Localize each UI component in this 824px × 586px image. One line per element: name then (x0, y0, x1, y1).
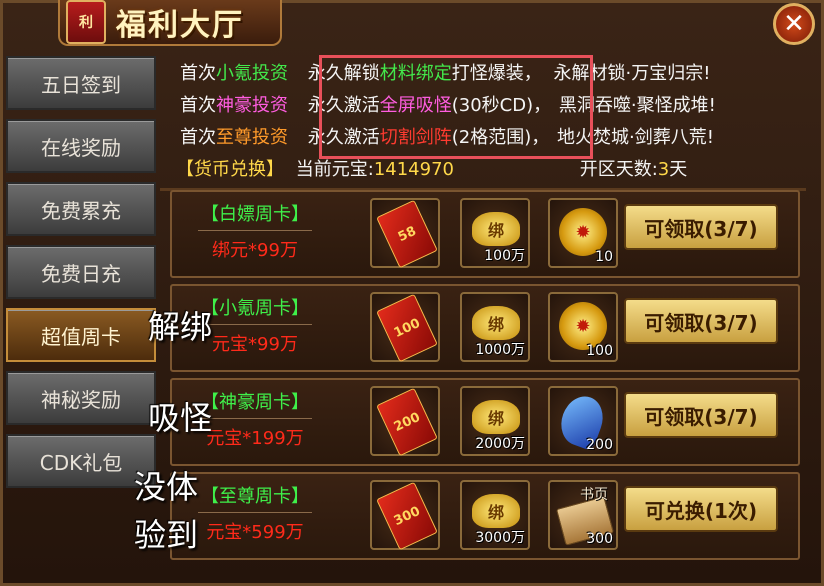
investment-name: 神豪投资 (216, 95, 288, 116)
gold-ingot-icon: 绑 (472, 400, 520, 434)
currency-exchange-link[interactable]: 【货币兑换】 (176, 159, 284, 180)
red-envelope-icon: 200 (376, 387, 438, 457)
card-price: 绑元*99万 (212, 240, 298, 261)
bound-ingot-slot[interactable]: 绑 100万 (460, 198, 530, 268)
weekly-card-row: 【至尊周卡】 元宝*599万 300 绑 3000万 书页 300 可兑换(1次) (170, 472, 800, 560)
coin-slot[interactable]: ✹ 100 (548, 292, 618, 362)
close-icon[interactable]: ✕ (773, 3, 815, 45)
investment-name: 小氪投资 (216, 63, 288, 84)
red-envelope-icon: 100 (376, 293, 438, 363)
card-name: 【白嫖周卡】 (201, 204, 309, 225)
sidebar: 五日签到 在线奖励 免费累充 免费日充 超值周卡 神秘奖励 CDK礼包 (6, 56, 156, 496)
highlight-box (319, 55, 593, 159)
weekly-card-row: 【神豪周卡】 元宝*199万 200 绑 2000万 200 可领取(3/7) (170, 378, 800, 466)
red-envelope-slot[interactable]: 100 (370, 292, 440, 363)
card-name: 【至尊周卡】 (201, 486, 309, 507)
sidebar-item-mystery-reward[interactable]: 神秘奖励 (6, 371, 156, 425)
bound-ingot-slot[interactable]: 绑 1000万 (460, 292, 530, 362)
item-quantity: 3000万 (475, 530, 525, 546)
sidebar-item-free-daily-recharge[interactable]: 免费日充 (6, 245, 156, 299)
server-days-unit: 天 (669, 159, 688, 180)
divider (198, 512, 312, 513)
sidebar-item-free-cumulative-recharge[interactable]: 免费累充 (6, 182, 156, 236)
weekly-card-row: 【小氪周卡】 元宝*99万 100 绑 1000万 ✹ 100 可领取(3/7) (170, 284, 800, 372)
weekly-card-row: 【白嫖周卡】 绑元*99万 58 绑 100万 ✹ 10 可领取(3/7) (170, 190, 800, 278)
red-envelope-icon: 300 (376, 481, 438, 551)
item-quantity: 1000万 (475, 342, 525, 358)
exchange-button[interactable]: 可兑换(1次) (624, 486, 778, 532)
overlay-note-attract: 吸怪 (148, 399, 213, 437)
bound-ingot-slot[interactable]: 绑 2000万 (460, 386, 530, 456)
sidebar-item-five-day-signin[interactable]: 五日签到 (6, 56, 156, 110)
currency-row: 【货币兑换】 当前元宝:1414970 开区天数:3天 (176, 156, 687, 184)
book-page-slot[interactable]: 书页 300 (548, 480, 618, 550)
investment-name: 至尊投资 (216, 127, 288, 148)
red-envelope-slot[interactable]: 58 (370, 198, 440, 269)
item-quantity: 200 (586, 437, 613, 453)
window-title: 福利大厅 (116, 8, 244, 43)
bound-ingot-slot[interactable]: 绑 3000万 (460, 480, 530, 550)
gem-slot[interactable]: 200 (548, 386, 618, 456)
server-days-value: 3 (657, 159, 670, 180)
sidebar-item-weekly-card[interactable]: 超值周卡 (6, 308, 156, 362)
claim-button[interactable]: 可领取(3/7) (624, 298, 778, 344)
divider (198, 324, 312, 325)
item-tag: 书页 (580, 487, 608, 503)
sidebar-item-online-reward[interactable]: 在线奖励 (6, 119, 156, 173)
item-quantity: 300 (586, 531, 613, 547)
item-quantity: 100 (586, 343, 613, 359)
investment-info-panel: 首次小氪投资 永久解锁材料绑定打怪爆装， 永解材锁·万宝归宗! 首次神豪投资 永… (170, 55, 806, 186)
gold-ingot-icon: 绑 (472, 212, 520, 246)
title-seal: 利 (66, 0, 106, 44)
overlay-note-unbind: 解绑 (148, 308, 213, 346)
overlay-note-line3: 没体 (134, 468, 199, 506)
claim-button[interactable]: 可领取(3/7) (624, 392, 778, 438)
current-ingot-value: 1414970 (373, 159, 454, 180)
coin-slot[interactable]: ✹ 10 (548, 198, 618, 268)
gold-ingot-icon: 绑 (472, 494, 520, 528)
red-envelope-slot[interactable]: 200 (370, 386, 440, 457)
info-prefix: 首次 (180, 95, 216, 116)
red-envelope-slot[interactable]: 300 (370, 480, 440, 551)
info-prefix: 首次 (180, 127, 216, 148)
item-quantity: 2000万 (475, 436, 525, 452)
red-envelope-icon: 58 (376, 199, 438, 269)
overlay-note-line4: 验到 (134, 516, 199, 554)
info-prefix: 首次 (180, 63, 216, 84)
divider (198, 418, 312, 419)
item-quantity: 100万 (484, 248, 525, 264)
gold-ingot-icon: 绑 (472, 306, 520, 340)
server-days-label: 开区天数: (579, 159, 658, 180)
title-banner: 利 福利大厅 (58, 0, 282, 46)
divider (198, 230, 312, 231)
item-quantity: 10 (595, 249, 613, 265)
card-price: 元宝*599万 (206, 522, 304, 543)
claim-button[interactable]: 可领取(3/7) (624, 204, 778, 250)
current-ingot-label: 当前元宝: (295, 159, 374, 180)
